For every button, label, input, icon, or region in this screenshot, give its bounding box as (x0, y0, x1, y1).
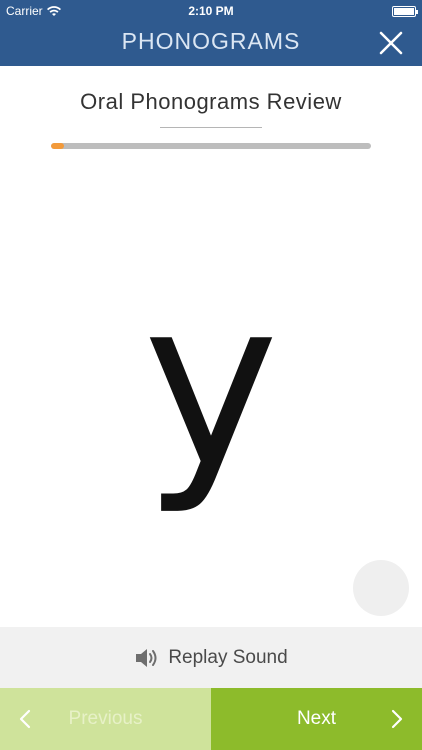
lesson-title: Oral Phonograms Review (80, 89, 342, 114)
phonogram-card: y (142, 251, 280, 518)
battery-icon (392, 6, 418, 17)
progress-bar (51, 143, 371, 149)
previous-label: Previous (68, 708, 143, 729)
next-button[interactable]: Next (211, 688, 422, 750)
bottom-navigation: Previous Next (0, 688, 422, 750)
chevron-right-icon (391, 709, 403, 729)
previous-button[interactable]: Previous (0, 688, 211, 750)
speaker-icon (136, 648, 157, 667)
replay-sound-label: Replay Sound (168, 646, 288, 668)
close-button[interactable] (376, 28, 406, 58)
top-bar: Carrier 2:10 PM PHONOGRAMS (0, 0, 422, 66)
floating-circle-button[interactable] (353, 560, 409, 616)
phonogram-review-screen: Carrier 2:10 PM PHONOGRAMS Oral Phonogra… (0, 0, 422, 750)
status-bar: Carrier 2:10 PM (0, 0, 422, 22)
close-icon (379, 31, 403, 55)
progress-fill (51, 143, 64, 149)
title-divider (160, 127, 262, 128)
nav-title: PHONOGRAMS (121, 28, 301, 54)
status-time: 2:10 PM (188, 4, 234, 18)
replay-sound-button[interactable]: Replay Sound (0, 627, 422, 688)
nav-bar: PHONOGRAMS (0, 22, 422, 66)
